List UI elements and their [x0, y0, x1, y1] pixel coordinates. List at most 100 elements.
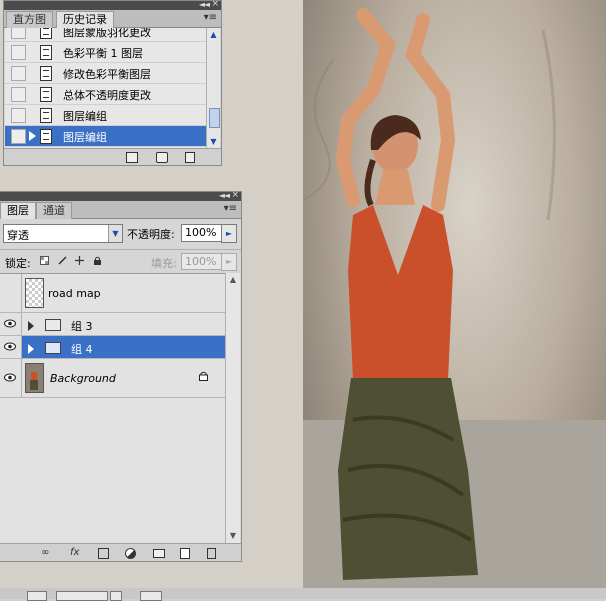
chevron-down-icon[interactable]: ▼: [108, 225, 122, 242]
history-item[interactable]: 总体不透明度更改: [5, 84, 206, 105]
visibility-toggle[interactable]: [0, 313, 22, 335]
group-folder-icon[interactable]: [153, 549, 165, 558]
scroll-down-icon[interactable]: ▼: [208, 136, 219, 147]
layer-row[interactable]: road map: [0, 274, 225, 313]
snapshot-source-checkbox[interactable]: [11, 87, 26, 102]
history-state-icon: [40, 108, 52, 123]
history-list: 图层蒙版羽化更改 色彩平衡 1 图层 修改色彩平衡图层 总体不透明度更改 图层编…: [5, 28, 206, 148]
history-item[interactable]: 修改色彩平衡图层: [5, 63, 206, 84]
layer-name: 组 4: [71, 343, 93, 356]
new-layer-icon[interactable]: [180, 548, 190, 559]
tab-channels[interactable]: 通道: [36, 202, 72, 219]
thumbnail-figure: [31, 372, 37, 380]
status-box: [27, 591, 47, 601]
adjustment-icon[interactable]: [125, 548, 136, 559]
opacity-input[interactable]: 100%: [181, 224, 224, 242]
expand-group-icon[interactable]: [28, 344, 34, 354]
visibility-toggle[interactable]: [0, 336, 22, 358]
lock-pixels-brush-icon[interactable]: [58, 256, 67, 265]
dancer-illustration: [303, 8, 606, 588]
panel-titlebar: ◄◄ ×: [0, 190, 241, 201]
current-state-arrow-icon: [29, 131, 36, 141]
layers-scrollbar[interactable]: ▲ ▼: [225, 273, 240, 543]
history-item[interactable]: 图层编组: [5, 105, 206, 126]
eye-icon: [4, 373, 16, 382]
status-box: [140, 591, 162, 601]
tab-layers[interactable]: 图层: [0, 202, 36, 219]
layer-thumbnail: [25, 363, 44, 393]
scroll-thumb[interactable]: [209, 108, 220, 128]
thumbnail-figure: [30, 380, 38, 390]
layer-list: road map 组 3 组 4 Background: [0, 273, 225, 544]
eye-icon: [4, 319, 16, 328]
link-icon[interactable]: ∞: [41, 547, 49, 558]
trash-icon[interactable]: [185, 152, 195, 163]
folder-icon: [45, 319, 61, 331]
fill-input[interactable]: 100%: [181, 253, 222, 270]
panel-titlebar: ◄◄ ×: [4, 0, 221, 10]
history-item-label: 总体不透明度更改: [63, 89, 151, 102]
snapshot-source-checkbox[interactable]: [11, 66, 26, 81]
blend-row: 穿透 ▼ 不透明度: 100% ►: [0, 219, 241, 247]
tab-histogram[interactable]: 直方图: [6, 11, 53, 28]
panel-menu-icon[interactable]: ▾≡: [204, 12, 217, 23]
lock-row: 锁定: 填充: 100% ►: [0, 249, 241, 272]
scroll-up-icon[interactable]: ▲: [227, 274, 239, 286]
visibility-toggle[interactable]: [0, 274, 22, 312]
history-item-label: 图层蒙版羽化更改: [63, 28, 151, 39]
mask-icon[interactable]: [98, 548, 109, 559]
layer-name: 组 3: [71, 320, 93, 333]
new-document-from-state-icon[interactable]: [126, 152, 138, 163]
layer-group-row[interactable]: 组 3: [0, 313, 225, 336]
history-item-selected[interactable]: 图层编组: [5, 126, 206, 147]
history-state-icon: [40, 45, 52, 60]
expand-group-icon[interactable]: [28, 321, 34, 331]
history-item-label: 图层编组: [63, 131, 107, 144]
close-icon[interactable]: ×: [231, 190, 239, 200]
canvas-photo[interactable]: [303, 0, 606, 588]
layers-panel: ◄◄ × 图层 通道 ▾≡ 穿透 ▼ 不透明度: 100% ► 锁定: 填充: …: [0, 190, 242, 562]
layer-row[interactable]: Background: [0, 359, 225, 398]
layer-name: Background: [50, 372, 116, 385]
lock-label: 锁定:: [5, 257, 31, 270]
lock-transparency-icon[interactable]: [40, 256, 49, 265]
snapshot-source-checkbox[interactable]: [11, 129, 26, 144]
history-state-icon: [40, 87, 52, 102]
panel-menu-icon[interactable]: ▾≡: [224, 203, 237, 214]
layer-group-row-selected[interactable]: 组 4: [0, 336, 225, 359]
history-state-icon: [40, 66, 52, 81]
blend-mode-value: 穿透: [7, 229, 29, 242]
history-item[interactable]: 色彩平衡 1 图层: [5, 42, 206, 63]
history-scrollbar[interactable]: ▲ ▼: [206, 28, 220, 148]
history-footer: [4, 148, 221, 165]
folder-icon: [45, 342, 61, 354]
fx-icon[interactable]: fx: [70, 547, 79, 558]
layer-name: road map: [48, 287, 101, 300]
history-item-label: 色彩平衡 1 图层: [63, 47, 143, 60]
collapse-icon[interactable]: ◄◄: [219, 191, 230, 200]
history-item[interactable]: 图层蒙版羽化更改: [5, 28, 206, 42]
opacity-slider-icon[interactable]: ►: [221, 224, 237, 243]
camera-snapshot-icon[interactable]: [156, 152, 168, 163]
fill-slider-icon[interactable]: ►: [221, 253, 237, 271]
snapshot-source-checkbox[interactable]: [11, 28, 26, 39]
tab-history[interactable]: 历史记录: [56, 11, 114, 28]
trash-icon[interactable]: [207, 548, 216, 559]
blend-mode-select[interactable]: 穿透 ▼: [3, 224, 123, 243]
layers-tabs: 图层 通道 ▾≡: [0, 201, 241, 219]
snapshot-source-checkbox[interactable]: [11, 45, 26, 60]
scroll-up-icon[interactable]: ▲: [208, 29, 219, 40]
history-tabs: 直方图 历史记录 ▾≡: [4, 10, 221, 28]
lock-position-move-icon[interactable]: [75, 256, 84, 265]
layer-thumbnail: [25, 278, 44, 308]
scroll-down-icon[interactable]: ▼: [227, 530, 239, 542]
snapshot-source-checkbox[interactable]: [11, 108, 26, 123]
history-state-icon: [40, 129, 52, 144]
visibility-toggle[interactable]: [0, 359, 22, 397]
history-state-icon: [40, 28, 52, 39]
close-icon[interactable]: ×: [211, 0, 219, 9]
status-box: [110, 591, 122, 601]
lock-all-icon[interactable]: [93, 256, 102, 265]
lock-icon: [199, 371, 208, 381]
collapse-icon[interactable]: ◄◄: [199, 0, 210, 9]
